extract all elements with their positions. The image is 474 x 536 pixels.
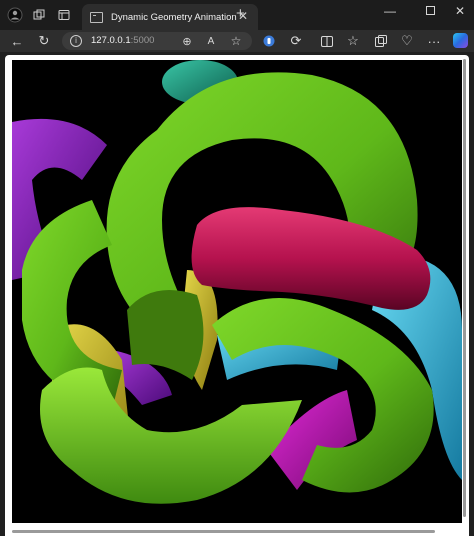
zoom-icon[interactable]: ⊕ xyxy=(178,31,196,51)
vertical-scrollbar[interactable] xyxy=(462,59,467,521)
back-icon[interactable]: ← xyxy=(8,31,26,51)
info-icon[interactable]: i xyxy=(70,35,82,47)
maximize-icon[interactable] xyxy=(426,4,435,18)
url-text[interactable]: 127.0.0.1:5000 xyxy=(91,35,154,46)
new-tab-icon[interactable]: + xyxy=(236,5,245,22)
active-tab[interactable]: Dynamic Geometry Animation ✕ xyxy=(82,4,258,30)
address-bar[interactable]: i 127.0.0.1:5000 ⊕ A ☆ xyxy=(62,32,252,50)
refresh-icon[interactable]: ↻ xyxy=(35,31,53,51)
copilot-icon[interactable] xyxy=(453,33,468,48)
collections-icon[interactable] xyxy=(372,31,390,51)
browser-toolbar: ← ↻ i 127.0.0.1:5000 ⊕ A ☆ ⟳ ☆ ♡ ··· xyxy=(0,30,474,52)
read-aloud-icon[interactable]: A xyxy=(202,31,220,51)
close-window-icon[interactable]: ✕ xyxy=(455,4,465,18)
extension-puzzle-icon[interactable]: ⟳ xyxy=(287,31,305,51)
green-tube-segment-bottom xyxy=(40,367,302,504)
extension-icon[interactable] xyxy=(260,31,278,51)
url-port: :5000 xyxy=(130,35,155,46)
tab-title: Dynamic Geometry Animation xyxy=(111,11,237,23)
horizontal-scroll-thumb[interactable] xyxy=(12,530,435,533)
profile-icon[interactable] xyxy=(6,6,24,24)
page-viewport xyxy=(5,55,469,536)
minimize-icon[interactable]: — xyxy=(384,4,396,18)
browser-essentials-icon[interactable]: ♡ xyxy=(398,31,416,51)
split-screen-icon[interactable] xyxy=(318,31,336,51)
tab-actions-icon[interactable] xyxy=(55,6,73,24)
favorites-icon[interactable]: ☆ xyxy=(344,31,362,51)
knot-rendering xyxy=(12,60,462,504)
animation-canvas[interactable] xyxy=(12,60,462,523)
page-favicon-icon xyxy=(90,11,103,23)
url-host: 127.0.0.1 xyxy=(91,35,131,46)
more-icon[interactable]: ··· xyxy=(425,31,443,51)
favorite-star-icon[interactable]: ☆ xyxy=(227,31,245,51)
vertical-scroll-thumb[interactable] xyxy=(463,59,466,517)
horizontal-scrollbar[interactable] xyxy=(12,529,460,534)
title-bar: Dynamic Geometry Animation ✕ + — ✕ xyxy=(0,0,474,30)
workspaces-icon[interactable] xyxy=(30,6,48,24)
